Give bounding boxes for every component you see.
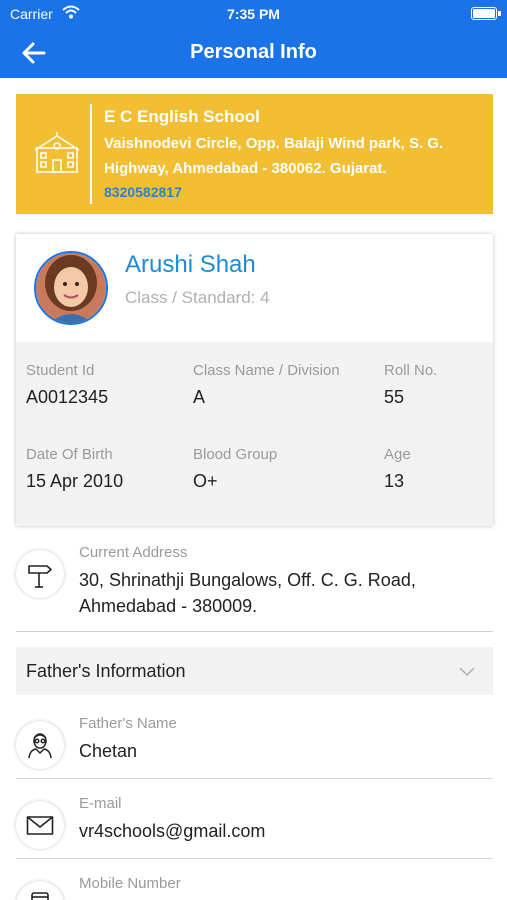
- school-address: Vaishnodevi Circle, Opp. Balaji Wind par…: [104, 135, 444, 177]
- detail-value: A: [193, 387, 206, 407]
- detail-student-id: Student Id A0012345: [26, 362, 108, 408]
- battery-icon: [471, 7, 497, 20]
- school-phone[interactable]: 8320582817: [104, 184, 182, 200]
- detail-value: 13: [384, 471, 405, 491]
- chevron-down-icon: [459, 664, 475, 682]
- detail-label: Blood Group: [193, 446, 278, 463]
- student-avatar: [34, 251, 108, 325]
- detail-label: Date Of Birth: [26, 446, 113, 463]
- detail-value: 15 Apr 2010: [26, 471, 124, 491]
- address-line-2: Ahmedabad - 380009.: [79, 596, 258, 616]
- school-banner: E C English School Vaishnodevi Circle, O…: [16, 94, 493, 214]
- school-building-icon: [34, 132, 80, 176]
- detail-value: A0012345: [26, 387, 109, 407]
- navigation-bar: Personal Info: [0, 28, 507, 78]
- signpost-icon: [16, 550, 64, 598]
- father-name-row: Father's Name Chetan: [16, 705, 493, 779]
- detail-label: Roll No.: [384, 362, 438, 379]
- school-name: E C English School: [104, 107, 260, 126]
- father-info-title: Father's Information: [26, 661, 186, 681]
- detail-value: 55: [384, 387, 405, 407]
- father-info-header[interactable]: Father's Information: [16, 647, 493, 695]
- status-bar: Carrier 7:35 PM: [0, 0, 507, 28]
- father-name-label: Father's Name: [79, 715, 177, 732]
- mobile-row: Mobile Number: [16, 865, 493, 900]
- mail-icon: [16, 801, 64, 849]
- address-label: Current Address: [79, 544, 188, 561]
- student-name: Arushi Shah: [125, 251, 256, 278]
- detail-date-of-birth: Date Of Birth 15 Apr 2010: [26, 446, 123, 492]
- detail-class-division: Class Name / Division A: [193, 362, 340, 408]
- banner-divider: [90, 104, 92, 204]
- email-value[interactable]: vr4schools@gmail.com: [79, 818, 265, 844]
- current-address-row: Current Address 30, Shrinathji Bungalows…: [16, 540, 493, 632]
- mobile-label: Mobile Number: [79, 875, 181, 892]
- detail-age: Age 13: [384, 446, 411, 492]
- detail-label: Student Id: [26, 362, 95, 379]
- page-title: Personal Info: [190, 41, 317, 63]
- status-time: 7:35 PM: [227, 6, 280, 22]
- student-details: Student Id A0012345 Class Name / Divisio…: [16, 342, 493, 526]
- student-card: Arushi Shah Class / Standard: 4 Student …: [16, 234, 493, 526]
- detail-value: O+: [193, 471, 218, 491]
- person-icon: [16, 721, 64, 769]
- detail-blood-group: Blood Group O+: [193, 446, 277, 492]
- email-row: E-mail vr4schools@gmail.com: [16, 785, 493, 859]
- battery-tip: [498, 11, 501, 16]
- student-class: Class / Standard: 4: [125, 288, 270, 307]
- father-name-value: Chetan: [79, 741, 138, 761]
- phone-icon: [16, 881, 64, 900]
- detail-label: Class Name / Division: [193, 362, 340, 379]
- address-line-1: 30, Shrinathji Bungalows, Off. C. G. Roa…: [79, 570, 416, 590]
- detail-label: Age: [384, 446, 411, 463]
- email-label: E-mail: [79, 795, 122, 812]
- detail-roll-no: Roll No. 55: [384, 362, 437, 408]
